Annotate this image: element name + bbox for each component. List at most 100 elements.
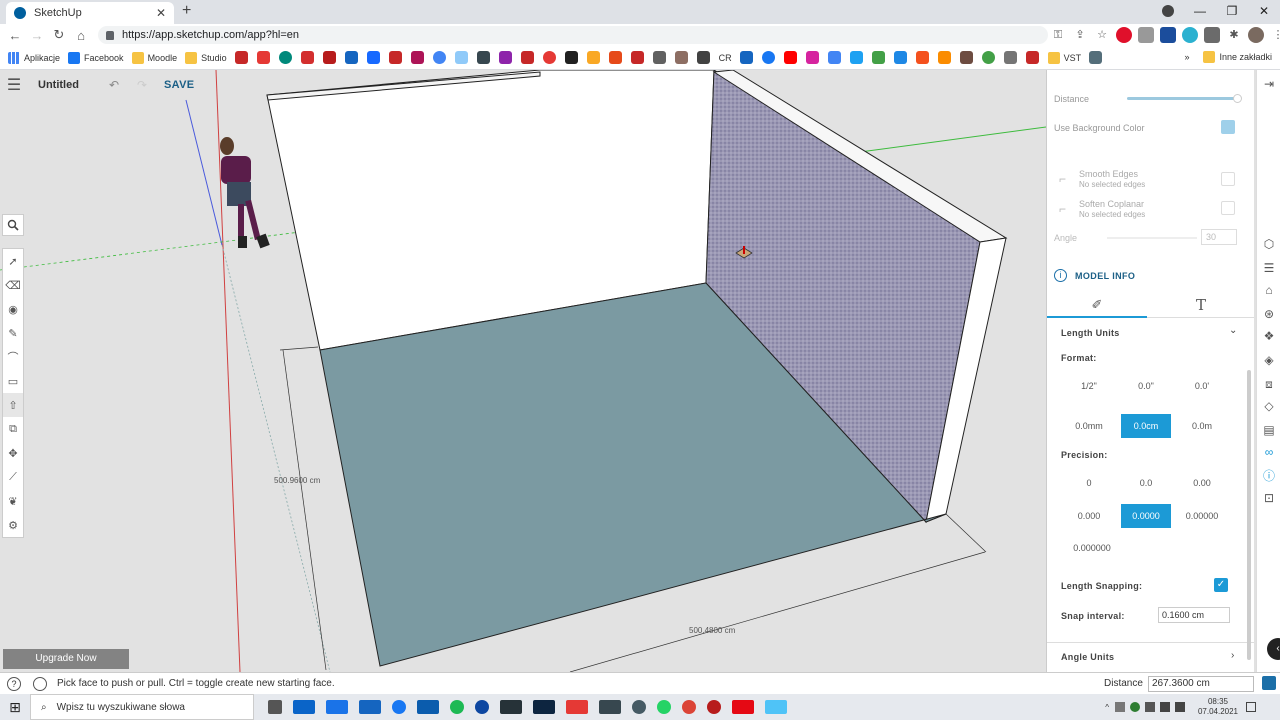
redo-icon[interactable]: ↷ [128, 78, 156, 92]
precision-option[interactable]: 0.00000 [1177, 504, 1227, 528]
bookmark-icon[interactable] [937, 51, 951, 64]
scenes-icon[interactable]: ⧈ [1261, 376, 1277, 392]
bookmark-icon[interactable] [1089, 51, 1103, 64]
network-icon[interactable] [1159, 702, 1170, 712]
tags-icon[interactable]: ◇ [1261, 398, 1277, 414]
expand-chevron-icon[interactable]: ‹ [1267, 638, 1280, 660]
offset-tool-icon[interactable]: ⧉ [3, 417, 23, 441]
undo-icon[interactable]: ↶ [100, 78, 128, 92]
avatar[interactable] [1248, 27, 1264, 43]
maximize-icon[interactable]: ❐ [1216, 0, 1248, 24]
bookmark-icon[interactable] [893, 51, 907, 64]
components-icon[interactable]: ⊛ [1261, 306, 1277, 322]
address-bar[interactable]: https://app.sketchup.com/app?hl=en [98, 26, 1048, 44]
globe-icon[interactable] [33, 676, 47, 691]
upgrade-button[interactable]: Upgrade Now [3, 649, 129, 669]
angle-input[interactable]: 30 [1201, 229, 1237, 245]
angle-units-header[interactable]: Angle Units [1061, 652, 1114, 662]
pencil-tool-icon[interactable]: ✎ [3, 321, 23, 345]
tray-icon[interactable] [1144, 702, 1155, 712]
bookmark-icon[interactable] [1003, 51, 1017, 64]
distance-slider[interactable] [1127, 97, 1237, 100]
3d-viewport[interactable]: 500.9600 cm 500.4800 cm ☰ Untitled ↶ ↷ S… [0, 70, 1046, 672]
format-option[interactable]: 0.0mm [1064, 414, 1114, 438]
new-tab-icon[interactable]: + [182, 2, 191, 20]
app-icon[interactable] [599, 700, 621, 714]
bookmark-icon[interactable] [366, 51, 380, 64]
format-option[interactable]: 1/2" [1064, 374, 1114, 398]
volume-icon[interactable] [1174, 702, 1185, 712]
bookmark-icon[interactable] [322, 51, 336, 64]
orbit-tool-icon[interactable]: ❦ [3, 489, 23, 513]
entity-info-icon[interactable]: ⬡ [1261, 236, 1277, 252]
close-window-icon[interactable]: ✕ [1248, 0, 1280, 24]
select-tool-icon[interactable]: ➚ [3, 249, 23, 273]
facebook-app-icon[interactable] [392, 700, 406, 714]
bookmark-facebook[interactable]: Facebook [68, 51, 124, 64]
move-tool-icon[interactable]: ✥ [3, 441, 23, 465]
paint-bucket-icon[interactable]: ◉ [3, 297, 23, 321]
back-icon[interactable]: ← [4, 28, 26, 43]
bookmark-icon[interactable] [344, 51, 358, 64]
bookmark-icon[interactable] [652, 51, 666, 64]
reload-icon[interactable]: ↻ [48, 27, 70, 43]
app-icon[interactable] [765, 700, 787, 714]
bookmark-icon[interactable] [981, 51, 995, 64]
outliner-icon[interactable]: ☰ [1261, 260, 1277, 276]
push-pull-tool-icon[interactable]: ⇧ [3, 393, 23, 417]
materials-icon[interactable]: ❖ [1261, 328, 1277, 344]
slider-handle[interactable] [1233, 94, 1242, 103]
bookmark-icon[interactable] [256, 51, 270, 64]
format-option-selected[interactable]: 0.0cm [1121, 414, 1171, 438]
save-button[interactable]: SAVE [164, 79, 194, 91]
bookmark-icon[interactable] [739, 51, 753, 64]
arc-tool-icon[interactable]: ⌒ [3, 345, 23, 369]
search-tool-button[interactable] [2, 214, 24, 236]
chevron-right-icon[interactable]: › [1231, 650, 1234, 661]
bookmark-studio[interactable]: Studio [185, 51, 227, 64]
bookmark-icon[interactable] [564, 51, 578, 64]
tape-measure-icon[interactable]: ⟋ [3, 465, 23, 489]
netflix-app-icon[interactable] [732, 700, 754, 714]
bookmark-icon[interactable] [234, 51, 248, 64]
instructor-icon[interactable]: ⌂ [1261, 282, 1277, 298]
document-title[interactable]: Untitled [38, 79, 100, 91]
format-option[interactable]: 0.0m [1177, 414, 1227, 438]
tray-icon[interactable] [1129, 702, 1140, 712]
solid-tools-icon[interactable]: ⊡ [1261, 490, 1277, 506]
bookmark-moodle[interactable]: Moodle [131, 51, 177, 64]
app-icon[interactable] [707, 700, 721, 714]
bookmark-icon[interactable] [608, 51, 622, 64]
app-icon[interactable] [500, 700, 522, 714]
facebook-icon[interactable] [761, 51, 775, 64]
precision-option[interactable]: 0.000 [1064, 504, 1114, 528]
bookmark-icon[interactable] [498, 51, 512, 64]
other-bookmarks[interactable]: » Inne zakładki [1184, 51, 1272, 63]
tab-units[interactable]: ✐ [1047, 294, 1147, 318]
bookmark-icon[interactable] [1025, 51, 1039, 64]
mail-app-icon[interactable] [293, 700, 315, 714]
store-app-icon[interactable] [359, 700, 381, 714]
model-scene[interactable] [0, 70, 1046, 672]
distance-input[interactable]: 267.3600 cm [1148, 676, 1254, 692]
whatsapp-app-icon[interactable] [657, 700, 671, 714]
styles-icon[interactable]: ◈ [1261, 352, 1277, 368]
bookmark-icon[interactable] [388, 51, 402, 64]
twitter-icon[interactable] [849, 51, 863, 64]
clock[interactable]: 08:35 07.04.2021 [1198, 697, 1238, 717]
tab-search-icon[interactable] [1162, 5, 1174, 17]
bookmark-icon[interactable] [696, 51, 710, 64]
notifications-icon[interactable] [1246, 702, 1256, 712]
extension-icon[interactable] [1160, 27, 1176, 43]
lightroom-app-icon[interactable] [533, 700, 555, 714]
share-icon[interactable]: ⇪ [1072, 27, 1088, 43]
google-icon[interactable] [432, 51, 446, 64]
panel-scrollbar[interactable] [1247, 370, 1251, 660]
hamburger-menu-icon[interactable]: ☰ [0, 75, 28, 95]
app-icon[interactable] [475, 700, 489, 714]
soften-coplanar-checkbox[interactable] [1221, 201, 1235, 215]
model-info-icon[interactable]: ⓘ [1261, 468, 1277, 484]
chevron-right-icon[interactable]: » [1184, 52, 1189, 62]
more-icon[interactable]: ⋮ [1270, 27, 1280, 43]
outlook-app-icon[interactable] [417, 700, 439, 714]
